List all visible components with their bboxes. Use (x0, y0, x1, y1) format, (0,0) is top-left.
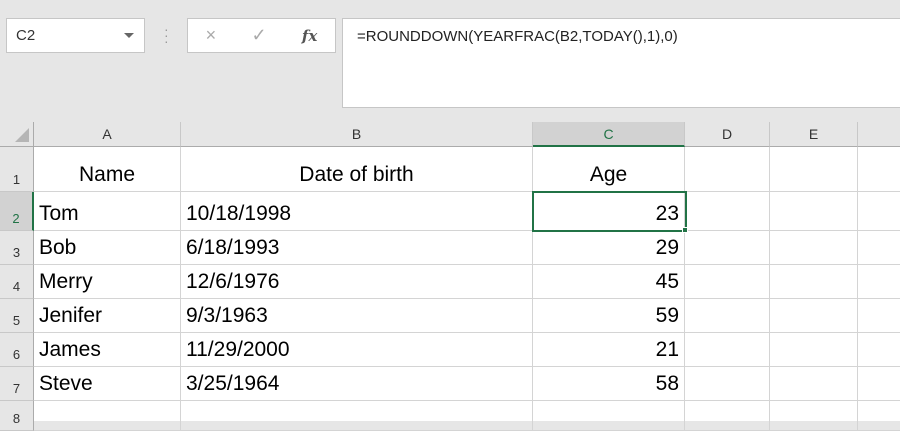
age-cell[interactable]: Age (533, 147, 685, 192)
chevron-down-icon[interactable] (124, 33, 134, 38)
cell[interactable] (181, 401, 533, 431)
enter-icon[interactable]: ✓ (252, 25, 267, 46)
age-cell[interactable]: 59 (533, 299, 685, 333)
cell[interactable] (685, 299, 770, 333)
dob-cell[interactable]: 10/18/1998 (181, 192, 533, 231)
cell[interactable] (858, 231, 900, 265)
row-header-4[interactable]: 4 (0, 265, 34, 299)
cell[interactable] (770, 299, 858, 333)
name-cell[interactable]: Name (34, 147, 181, 192)
cell[interactable] (770, 192, 858, 231)
row-header-6[interactable]: 6 (0, 333, 34, 367)
dob-cell[interactable]: 11/29/2000 (181, 333, 533, 367)
dob-cell[interactable]: Date of birth (181, 147, 533, 192)
dob-cell[interactable]: 3/25/1964 (181, 367, 533, 401)
formula-input[interactable]: =ROUNDDOWN(YEARFRAC(B2,TODAY(),1),0) (342, 18, 900, 108)
row-header-3[interactable]: 3 (0, 231, 34, 265)
cell[interactable] (858, 401, 900, 431)
row-header-7[interactable]: 7 (0, 367, 34, 401)
row-header-1[interactable]: 1 (0, 147, 34, 192)
dob-cell[interactable]: 12/6/1976 (181, 265, 533, 299)
cell[interactable] (685, 231, 770, 265)
row-header-2[interactable]: 2 (0, 192, 34, 231)
cell[interactable] (858, 333, 900, 367)
cell[interactable] (685, 192, 770, 231)
fill-handle[interactable] (682, 227, 688, 233)
name-cell[interactable]: James (34, 333, 181, 367)
cell[interactable] (685, 367, 770, 401)
row-header-5[interactable]: 5 (0, 299, 34, 333)
name-cell[interactable]: Jenifer (34, 299, 181, 333)
cell[interactable] (770, 367, 858, 401)
age-cell[interactable]: 21 (533, 333, 685, 367)
cell[interactable] (858, 192, 900, 231)
name-box-value: C2 (16, 27, 36, 44)
column-header-e[interactable]: E (770, 122, 858, 147)
age-cell[interactable]: 58 (533, 367, 685, 401)
cell[interactable] (770, 231, 858, 265)
spreadsheet-grid: A B C D E 1 Name Date of birth Age 2 Tom 10/18/1998… (0, 122, 900, 431)
name-cell[interactable]: Merry (34, 265, 181, 299)
cell[interactable] (533, 401, 685, 431)
cell[interactable] (685, 333, 770, 367)
insert-function-icon[interactable]: fx (302, 27, 317, 45)
cell[interactable] (685, 401, 770, 431)
name-cell[interactable]: Steve (34, 367, 181, 401)
age-cell[interactable]: 29 (533, 231, 685, 265)
row-header-8[interactable]: 8 (0, 401, 34, 431)
cell[interactable] (685, 147, 770, 192)
column-header-c[interactable]: C (533, 122, 685, 147)
cell[interactable] (34, 401, 181, 431)
cell[interactable] (858, 299, 900, 333)
age-cell[interactable]: 45 (533, 265, 685, 299)
cell[interactable] (685, 265, 770, 299)
select-all-button[interactable] (0, 122, 34, 147)
cell[interactable] (858, 265, 900, 299)
cell[interactable] (770, 147, 858, 192)
cell[interactable] (770, 401, 858, 431)
dob-cell[interactable]: 6/18/1993 (181, 231, 533, 265)
column-header-f[interactable] (858, 122, 900, 147)
name-cell[interactable]: Bob (34, 231, 181, 265)
dob-cell[interactable]: 9/3/1963 (181, 299, 533, 333)
cell[interactable] (770, 265, 858, 299)
selected-cell-c2[interactable] (532, 191, 687, 232)
drag-handle-icon[interactable]: · · · (164, 22, 169, 48)
name-box[interactable]: C2 (6, 18, 145, 53)
cancel-icon[interactable]: × (206, 25, 217, 46)
column-header-a[interactable]: A (34, 122, 181, 147)
formula-buttons: × ✓ fx (187, 18, 336, 53)
select-all-icon (15, 128, 29, 142)
cell[interactable] (858, 147, 900, 192)
column-header-d[interactable]: D (685, 122, 770, 147)
cell[interactable] (858, 367, 900, 401)
cell[interactable] (770, 333, 858, 367)
name-cell[interactable]: Tom (34, 192, 181, 231)
column-header-b[interactable]: B (181, 122, 533, 147)
